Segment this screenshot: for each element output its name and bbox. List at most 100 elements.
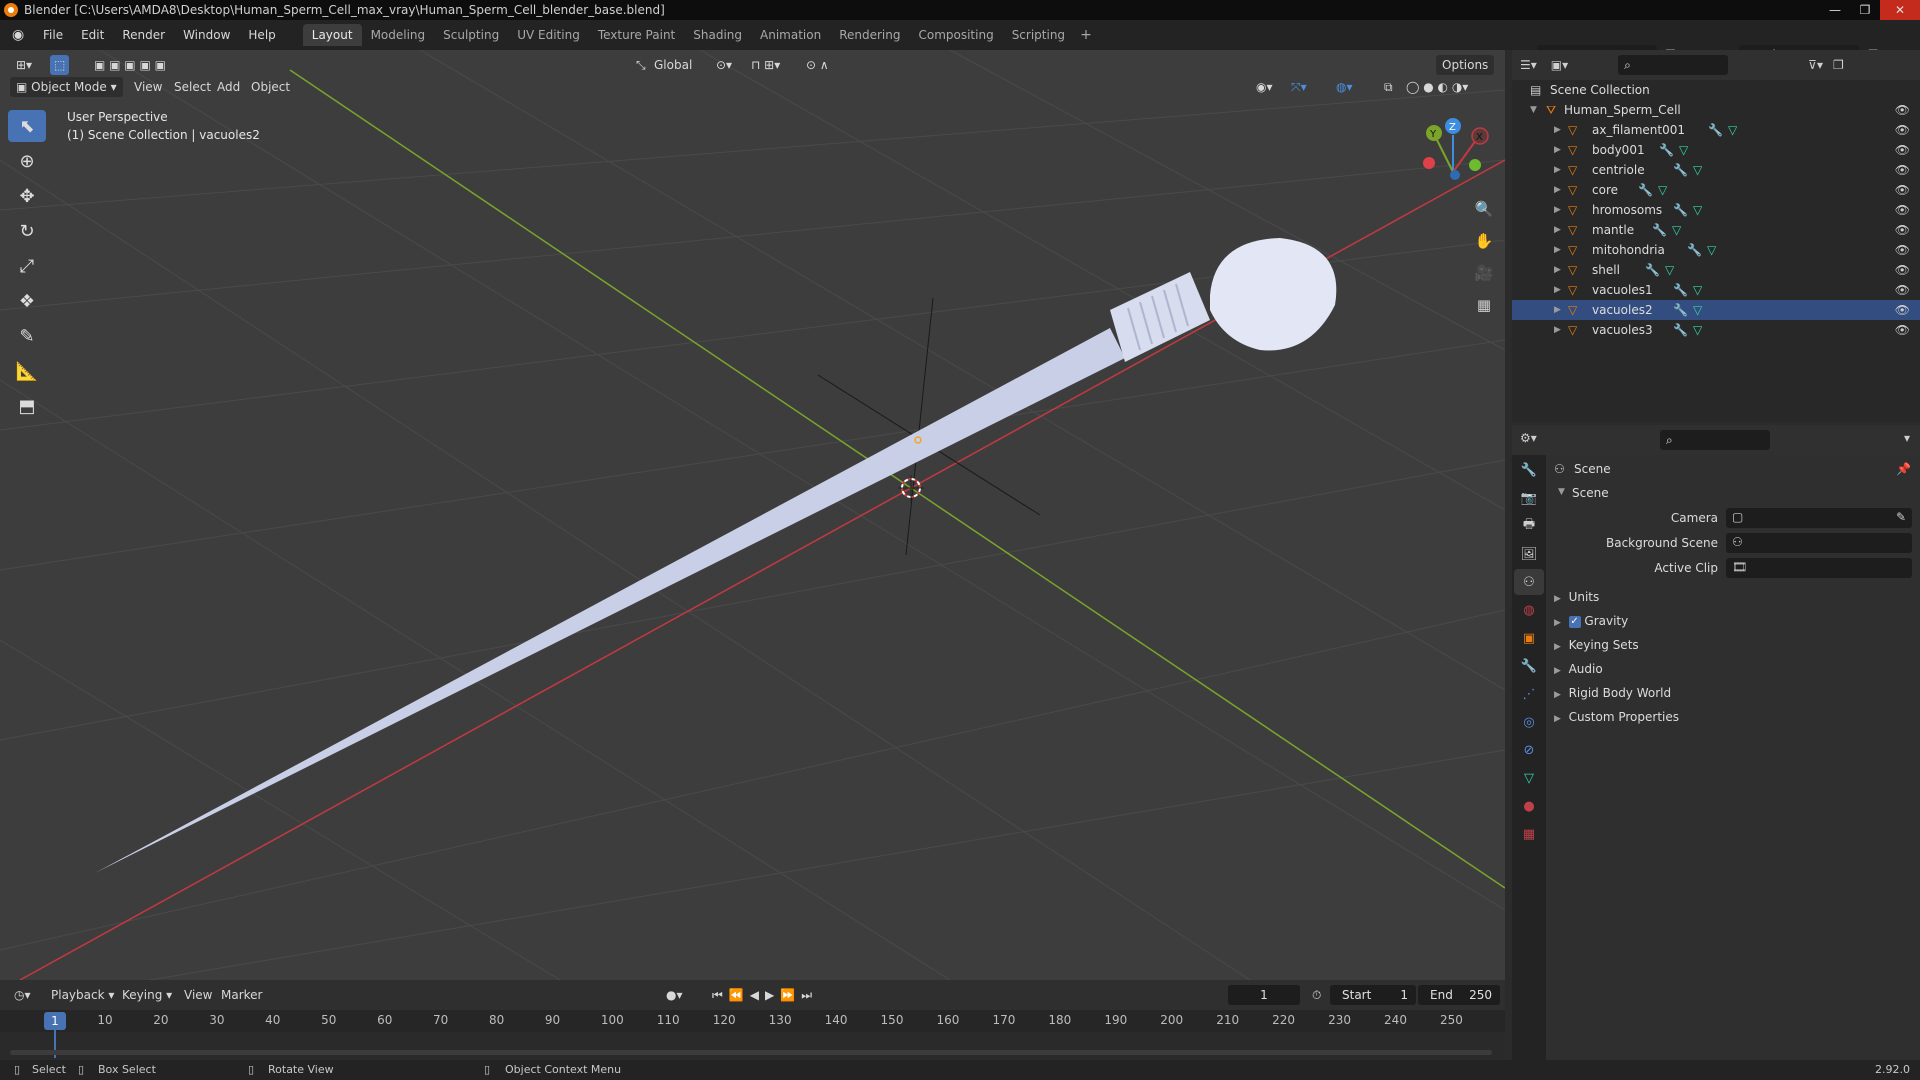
visibility-eye-icon[interactable]: 👁: [1895, 240, 1910, 260]
menu-file[interactable]: File: [34, 20, 72, 50]
maximize-button[interactable]: ❐: [1850, 0, 1880, 20]
xray-icon[interactable]: ⧉: [1378, 77, 1399, 97]
mesh-data-icon[interactable]: ▽: [1658, 180, 1667, 200]
visibility-eye-icon[interactable]: 👁: [1895, 120, 1910, 140]
gizmo-toggle-icon[interactable]: ⤧▾: [1285, 77, 1313, 97]
expand-arrow-icon[interactable]: ▶: [1554, 200, 1561, 220]
viewport-menu-view[interactable]: View: [128, 77, 168, 97]
tab-sculpting[interactable]: Sculpting: [434, 24, 508, 46]
constraints-tab-icon[interactable]: ⊘: [1514, 737, 1544, 763]
visibility-eye-icon[interactable]: 👁: [1895, 100, 1910, 120]
scene-section-label[interactable]: Scene: [1572, 486, 1609, 500]
display-mode-icon[interactable]: ▣▾: [1551, 58, 1568, 72]
filter-icon[interactable]: ⊽▾: [1808, 58, 1823, 72]
outliner-row-ax_filament001[interactable]: ▶ ▽ ax_filament001 👁 🔧 ▽: [1512, 120, 1920, 140]
3d-viewport[interactable]: Z Y X ⊞▾ ⬚ ▣ ▣ ▣ ▣ ▣ ⤡ Global ⊙▾ ⊓ ⊞▾ ⊙ …: [0, 50, 1505, 980]
select-box-tool-icon[interactable]: ⬉: [8, 110, 46, 142]
visibility-eye-icon[interactable]: 👁: [1895, 280, 1910, 300]
expand-arrow-icon[interactable]: ▶: [1554, 240, 1561, 260]
timeline-menu-marker[interactable]: Marker: [215, 985, 268, 1005]
outliner-row-vacuoles1[interactable]: ▶ ▽ vacuoles1 👁 🔧 ▽: [1512, 280, 1920, 300]
outliner-row-shell[interactable]: ▶ ▽ shell 👁 🔧 ▽: [1512, 260, 1920, 280]
tool-tab-icon[interactable]: 🔧: [1514, 457, 1544, 483]
modifier-icon[interactable]: 🔧: [1638, 180, 1653, 200]
outliner-row-centriole[interactable]: ▶ ▽ centriole 👁 🔧 ▽: [1512, 160, 1920, 180]
sperm-cell-mesh[interactable]: [95, 238, 1337, 873]
outliner-row-scene-collection[interactable]: ▤ Scene Collection: [1512, 80, 1920, 100]
mesh-data-icon[interactable]: ▽: [1707, 240, 1716, 260]
outliner-row-hromosoms[interactable]: ▶ ▽ hromosoms 👁 🔧 ▽: [1512, 200, 1920, 220]
expand-arrow-icon[interactable]: ▶: [1554, 260, 1561, 280]
expand-arrow-icon[interactable]: ▶: [1554, 140, 1561, 160]
jump-end-icon[interactable]: ⏭: [801, 985, 812, 1005]
panel-gravity[interactable]: ▶ ✓ Gravity: [1554, 610, 1914, 632]
mesh-data-icon[interactable]: ▽: [1672, 220, 1681, 240]
properties-options-icon[interactable]: ▾: [1904, 431, 1910, 445]
gravity-checkbox[interactable]: ✓: [1568, 615, 1581, 628]
current-frame-field[interactable]: 1: [1228, 985, 1300, 1005]
tab-shading[interactable]: Shading: [684, 24, 751, 46]
expand-arrow-icon[interactable]: ▶: [1554, 160, 1561, 180]
timeline-scrollbar[interactable]: [10, 1050, 1492, 1055]
particles-tab-icon[interactable]: ⋰: [1514, 681, 1544, 707]
outliner-row-mitohondria[interactable]: ▶ ▽ mitohondria 👁 🔧 ▽: [1512, 240, 1920, 260]
modifier-icon[interactable]: 🔧: [1652, 220, 1667, 240]
timeline-menu-playback[interactable]: Playback ▾: [45, 985, 120, 1005]
mesh-data-icon[interactable]: ▽: [1679, 140, 1688, 160]
camera-view-icon[interactable]: 🎥: [1470, 259, 1498, 287]
viewport-menu-select[interactable]: Select: [168, 77, 217, 97]
mesh-data-icon[interactable]: ▽: [1665, 260, 1674, 280]
outliner-row-body001[interactable]: ▶ ▽ body001 👁 🔧 ▽: [1512, 140, 1920, 160]
options-dropdown[interactable]: Options: [1436, 55, 1495, 75]
snap-icon[interactable]: ⊓ ⊞▾: [745, 55, 786, 75]
move-tool-icon[interactable]: ✥: [8, 180, 46, 212]
visibility-eye-icon[interactable]: 👁: [1895, 140, 1910, 160]
play-icon[interactable]: ▶: [765, 985, 774, 1005]
panel-rigid-body-world[interactable]: ▶ Rigid Body World: [1554, 682, 1914, 704]
data-tab-icon[interactable]: ▽: [1514, 765, 1544, 791]
viewport-menu-object[interactable]: Object: [245, 77, 296, 97]
add-workspace-icon[interactable]: +: [1074, 27, 1098, 43]
outliner-editor-icon[interactable]: ☰▾: [1520, 58, 1537, 72]
mesh-data-icon[interactable]: ▽: [1693, 300, 1702, 320]
properties-editor-icon[interactable]: ⚙▾: [1520, 431, 1537, 445]
texture-tab-icon[interactable]: ▦: [1514, 821, 1544, 847]
modifier-icon[interactable]: 🔧: [1708, 120, 1723, 140]
cursor-tool-icon[interactable]: ⊕: [8, 145, 46, 177]
transform-tool-icon[interactable]: ❖: [8, 285, 46, 317]
timeline-ruler[interactable]: 10 20 30 40 50 60 70 80 90 100 110 120 130 140 150 160 1…: [0, 1010, 1505, 1032]
pivot-icon[interactable]: ⊙▾: [710, 55, 738, 75]
physics-tab-icon[interactable]: ◎: [1514, 709, 1544, 735]
outliner-row-collection[interactable]: ▼ ⛛ Human_Sperm_Cell 👁: [1512, 100, 1920, 120]
gizmo-x-icon[interactable]: [1423, 157, 1435, 169]
viewport-menu-add[interactable]: Add: [211, 77, 246, 97]
current-frame-indicator[interactable]: 1: [44, 1012, 66, 1030]
world-tab-icon[interactable]: ◍: [1514, 597, 1544, 623]
visibility-eye-icon[interactable]: 👁: [1895, 160, 1910, 180]
ortho-grid-icon[interactable]: ▦: [1470, 291, 1498, 319]
expand-arrow-icon[interactable]: ▶: [1554, 320, 1561, 340]
tab-animation[interactable]: Animation: [751, 24, 830, 46]
object-tab-icon[interactable]: ▣: [1514, 625, 1544, 651]
tab-uv-editing[interactable]: UV Editing: [508, 24, 589, 46]
expand-arrow-icon[interactable]: ▶: [1554, 300, 1561, 320]
tab-modeling[interactable]: Modeling: [362, 24, 435, 46]
prev-keyframe-icon[interactable]: ⏪: [729, 985, 744, 1005]
expand-arrow-icon[interactable]: ▶: [1554, 180, 1561, 200]
add-cube-tool-icon[interactable]: ⬒: [8, 390, 46, 422]
modifier-icon[interactable]: 🔧: [1673, 200, 1688, 220]
preview-range-icon[interactable]: ⏱: [1306, 985, 1327, 1005]
pan-hand-icon[interactable]: ✋: [1470, 227, 1498, 255]
zoom-icon[interactable]: 🔍: [1470, 195, 1498, 223]
close-button[interactable]: ✕: [1880, 0, 1920, 20]
orientation-dropdown[interactable]: Global: [648, 55, 698, 75]
modifier-icon[interactable]: 🔧: [1645, 260, 1660, 280]
minimize-button[interactable]: —: [1820, 0, 1850, 20]
panel-custom-properties[interactable]: ▶ Custom Properties: [1554, 706, 1914, 728]
properties-search-input[interactable]: ⌕: [1660, 430, 1770, 450]
menu-help[interactable]: Help: [239, 20, 284, 50]
visibility-eye-icon[interactable]: 👁: [1895, 220, 1910, 240]
visibility-eye-icon[interactable]: 👁: [1895, 180, 1910, 200]
menu-render[interactable]: Render: [113, 20, 174, 50]
gizmo-z-neg-icon[interactable]: [1450, 170, 1460, 180]
